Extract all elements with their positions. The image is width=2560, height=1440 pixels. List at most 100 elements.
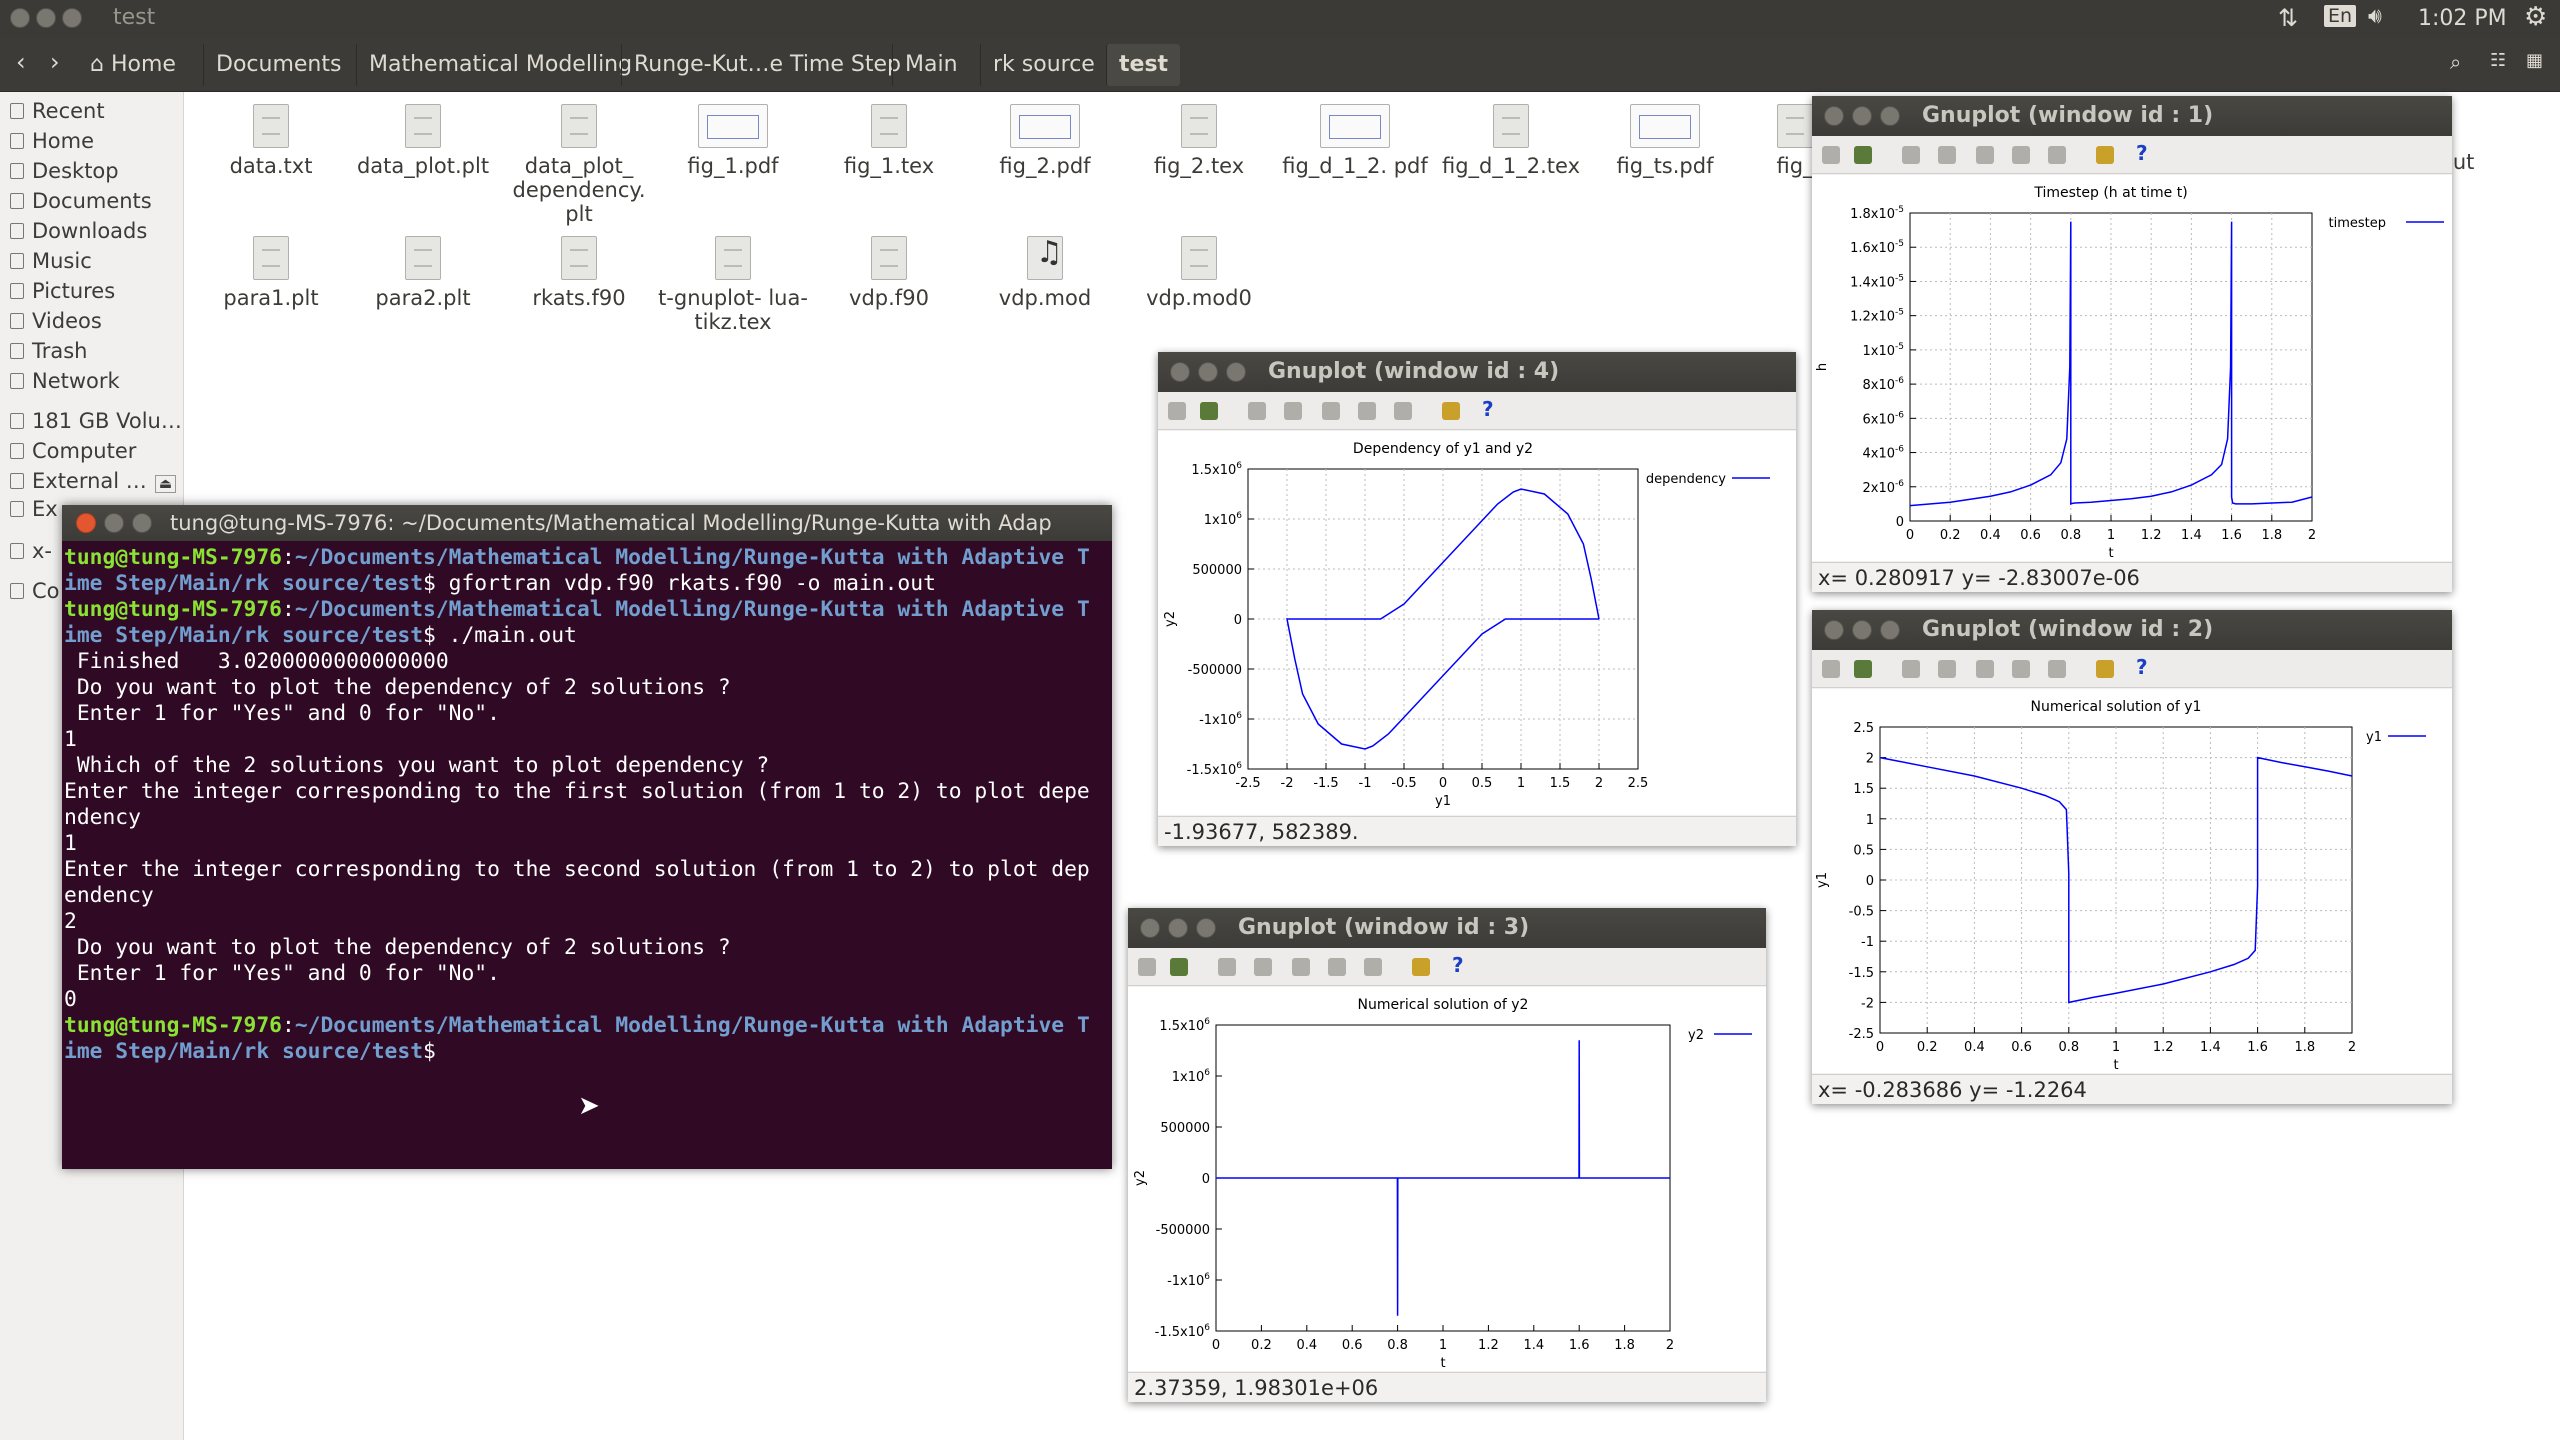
maximize-window-button[interactable] [132,513,152,533]
breadcrumb-home[interactable]: ⌂ Home [78,44,188,86]
grid-icon[interactable] [1254,958,1272,976]
file-item[interactable]: fig_ts.pdf [1590,104,1740,178]
file-item[interactable]: data_plot_ dependency. plt [504,104,654,226]
sidebar-item-downloads[interactable]: Downloads [10,219,147,243]
grid-icon[interactable] [1938,660,1956,678]
gnuplot-canvas[interactable]: Timestep (h at time t) 0 0.2 0.4 0.6 0.8 1 1.2 1… [1812,175,2452,561]
sidebar-item-videos[interactable]: Videos [10,309,102,333]
file-item[interactable]: fig_d_1_2.tex [1436,104,1586,178]
maximize-window-button[interactable] [1196,918,1216,938]
settings-pen-icon[interactable] [2096,660,2114,678]
file-item[interactable]: t-gnuplot- lua-tikz.tex [658,236,808,334]
replot-icon[interactable] [1248,402,1266,420]
gnuplot-titlebar[interactable]: Gnuplot (window id : 4) [1158,352,1796,392]
file-item[interactable]: para2.plt [348,236,498,310]
sidebar-item-computer[interactable]: Computer [10,439,136,463]
minimize-window-button[interactable] [1168,918,1188,938]
grid-icon[interactable] [1938,146,1956,164]
replot-icon[interactable] [1902,660,1920,678]
file-item[interactable]: fig_2.pdf [970,104,1120,178]
sidebar-item-pictures[interactable]: Pictures [10,279,115,303]
sidebar-item-trash[interactable]: Trash [10,339,88,363]
minimize-window-button[interactable] [36,8,56,28]
breadcrumb-test[interactable]: test [1106,44,1181,86]
terminal-output[interactable]: tung@tung-MS-7976:~/Documents/Mathematic… [64,545,1110,1065]
file-item[interactable]: fig_2.tex [1124,104,1274,178]
file-item[interactable]: fig_1.tex [814,104,964,178]
maximize-window-button[interactable] [1880,106,1900,126]
gnuplot-titlebar[interactable]: Gnuplot (window id : 3) [1128,908,1766,948]
sidebar-item-external[interactable]: External … ⏏ [10,469,177,493]
gnuplot-canvas[interactable]: Numerical solution of y2 0 0.2 0.4 0.6 0.8 1 1.… [1128,987,1766,1371]
gnuplot-canvas[interactable]: Numerical solution of y1 0 0.2 0.4 0.6 0.8 1 1.… [1812,689,2452,1073]
zoom-forward-icon[interactable] [2012,146,2030,164]
settings-pen-icon[interactable] [2096,146,2114,164]
autoscale-icon[interactable] [1364,958,1382,976]
autoscale-icon[interactable] [2048,660,2066,678]
replot-icon[interactable] [1902,146,1920,164]
zoom-back-icon[interactable] [1322,402,1340,420]
eject-icon[interactable]: ⏏ [154,475,177,493]
replot-icon[interactable] [1218,958,1236,976]
forward-arrow-icon[interactable]: › [50,48,60,76]
copy-icon[interactable] [1138,958,1156,976]
sidebar-item-ex[interactable]: Ex [10,497,58,521]
file-item[interactable]: vdp.mod [970,236,1120,310]
gnuplot-window-1[interactable]: Gnuplot (window id : 1)? Timestep (h at t… [1812,96,2452,592]
sidebar-item-home[interactable]: Home [10,129,94,153]
chart-svg[interactable]: Dependency of y1 and y2 -2.5 -2 -1.5 -1 -0.5 0… [1158,431,1796,815]
breadcrumb-runge-kutta[interactable]: Runge-Kut…e Time Step [621,44,913,86]
file-item[interactable]: vdp.f90 [814,236,964,310]
settings-pen-icon[interactable] [1442,402,1460,420]
copy-icon[interactable] [1822,660,1840,678]
export-image-icon[interactable] [1854,146,1872,164]
sidebar-item-music[interactable]: Music [10,249,92,273]
maximize-window-button[interactable] [1880,620,1900,640]
sidebar-item-x[interactable]: x- [10,539,52,563]
autoscale-icon[interactable] [2048,146,2066,164]
zoom-forward-icon[interactable] [1358,402,1376,420]
help-icon[interactable]: ? [1452,953,1470,977]
keyboard-language-indicator[interactable]: En [2324,5,2357,27]
minimize-window-button[interactable] [104,513,124,533]
terminal-window[interactable]: tung@tung-MS-7976: ~/Documents/Mathemati… [62,505,1112,1169]
settings-gear-icon[interactable]: ⚙ [2524,2,2547,32]
gnuplot-canvas[interactable]: Dependency of y1 and y2 -2.5 -2 -1.5 -1 -0.5 0… [1158,431,1796,815]
file-item[interactable]: data.txt [196,104,346,178]
terminal-titlebar[interactable]: tung@tung-MS-7976: ~/Documents/Mathemati… [62,505,1112,541]
volume-icon[interactable]: 🔊︎ [2368,4,2382,29]
close-window-button[interactable] [1140,918,1160,938]
chart-svg[interactable]: Timestep (h at time t) 0 0.2 0.4 0.6 0.8 1 1.2 1… [1812,175,2452,561]
autoscale-icon[interactable] [1394,402,1412,420]
export-image-icon[interactable] [1170,958,1188,976]
copy-icon[interactable] [1168,402,1186,420]
maximize-window-button[interactable] [62,8,82,28]
minimize-window-button[interactable] [1852,106,1872,126]
export-image-icon[interactable] [1854,660,1872,678]
chart-svg[interactable]: Numerical solution of y1 0 0.2 0.4 0.6 0.8 1 1.… [1812,689,2452,1073]
help-icon[interactable]: ? [1482,397,1500,421]
help-icon[interactable]: ? [2136,141,2154,165]
breadcrumb-rk-source[interactable]: rk source [980,44,1107,86]
sidebar-item-recent[interactable]: Recent [10,99,105,123]
close-window-button[interactable] [1824,620,1844,640]
file-item[interactable]: vdp.mod0 [1124,236,1274,310]
network-transfer-icon[interactable]: ⇅ [2278,4,2298,32]
help-icon[interactable]: ? [2136,655,2154,679]
chart-svg[interactable]: Numerical solution of y2 0 0.2 0.4 0.6 0.8 1 1.… [1128,987,1766,1371]
view-list-icon[interactable]: ☷ [2490,50,2506,71]
gnuplot-window-3[interactable]: Gnuplot (window id : 3)? Numerical soluti… [1128,908,1766,1402]
file-item[interactable]: para1.plt [196,236,346,310]
export-image-icon[interactable] [1200,402,1218,420]
breadcrumb-mathematical-modelling[interactable]: Mathematical Modelling [356,44,644,86]
zoom-forward-icon[interactable] [1328,958,1346,976]
file-item[interactable]: fig_d_1_2. pdf [1280,104,1430,178]
copy-icon[interactable] [1822,146,1840,164]
view-grid-icon[interactable]: ▦ [2526,50,2543,71]
gnuplot-titlebar[interactable]: Gnuplot (window id : 1) [1812,96,2452,136]
gnuplot-window-2[interactable]: Gnuplot (window id : 2)? Numerical soluti… [1812,610,2452,1104]
sidebar-item-documents[interactable]: Documents [10,189,152,213]
gnuplot-window-4[interactable]: Gnuplot (window id : 4)? Dependency of y1… [1158,352,1796,846]
close-window-button[interactable] [1824,106,1844,126]
zoom-back-icon[interactable] [1976,146,1994,164]
